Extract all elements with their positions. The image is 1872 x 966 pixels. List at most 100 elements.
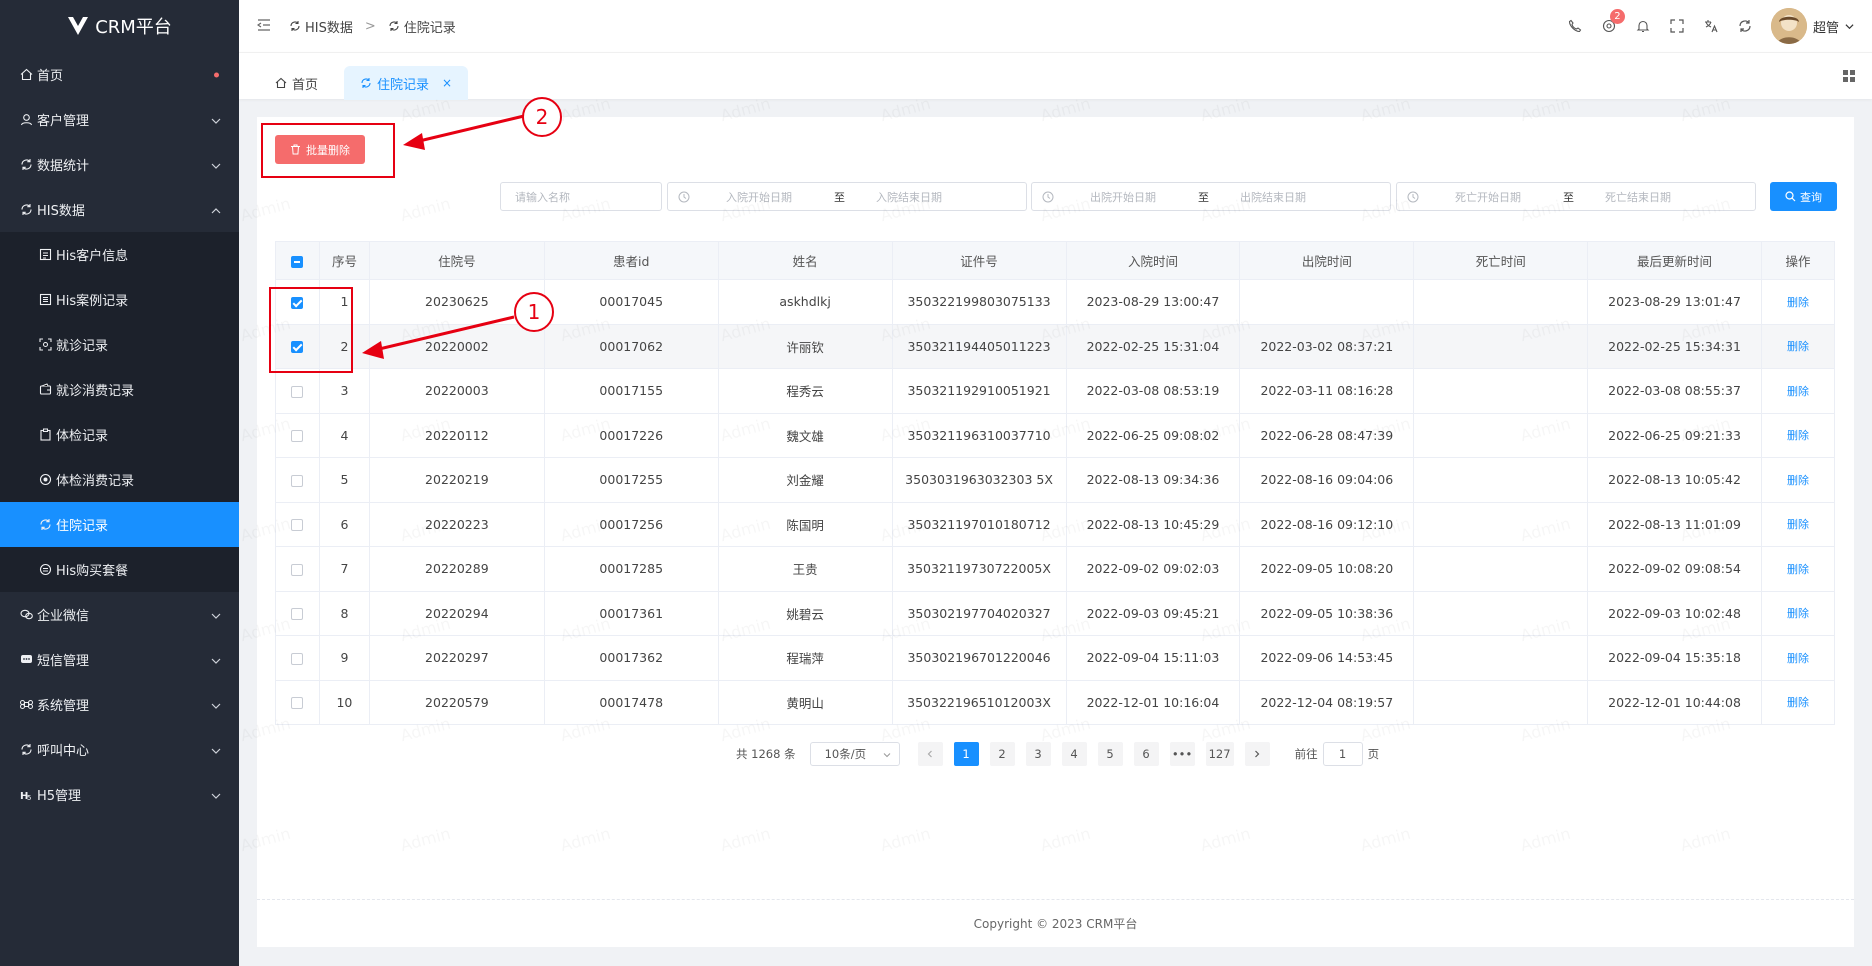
table-row[interactable]: 6 20220223 00017256 陈国明 350321197010180712 20… xyxy=(275,501,1836,547)
sidebar-item-label: 客户管理 xyxy=(37,114,90,129)
table-row[interactable]: 2 20220002 00017062 许丽钦 350321194405011223 20… xyxy=(275,323,1836,369)
table-row[interactable]: 5 20220219 00017255 刘金耀 3503031963032303 5X 2… xyxy=(275,457,1836,503)
death-date-range[interactable]: 死亡开始日期 至 死亡结束日期 xyxy=(1396,182,1756,211)
annotation-marker-2: 2 xyxy=(522,97,562,137)
row-checkbox[interactable] xyxy=(291,608,304,621)
delete-row-link[interactable]: 删除 xyxy=(1787,429,1809,442)
prev-page-button[interactable] xyxy=(917,742,943,766)
page-button[interactable]: 4 xyxy=(1061,742,1087,766)
query-button[interactable]: 查询 xyxy=(1770,182,1837,211)
table-row[interactable]: 3 20220003 00017155 程秀云 350321192910051921 20… xyxy=(275,368,1836,414)
translate-icon[interactable] xyxy=(1703,18,1719,34)
table-row[interactable]: 8 20220294 00017361 姚碧云 350302197704020327 20… xyxy=(275,590,1836,636)
tab-inpatient[interactable]: 住院记录 × xyxy=(344,66,469,100)
sidebar-item-3[interactable]: 数据统计 xyxy=(0,142,239,187)
tab-home[interactable]: 首页 xyxy=(259,66,334,100)
table-cell: 许丽钦 xyxy=(717,323,893,369)
admit-date-range[interactable]: 入院开始日期 至 入院结束日期 xyxy=(667,182,1027,211)
user-menu[interactable]: 超管 xyxy=(1770,8,1854,44)
row-select-cell[interactable] xyxy=(275,590,320,636)
table-cell: 00017478 xyxy=(543,679,719,725)
notification-dot xyxy=(214,72,219,77)
sidebar-item-15[interactable]: 系统管理 xyxy=(0,682,239,727)
delete-row-link[interactable]: 删除 xyxy=(1787,607,1809,620)
table-cell: 350302196701220046 xyxy=(891,635,1067,681)
fullscreen-icon[interactable] xyxy=(1669,18,1685,34)
delete-row-link[interactable]: 删除 xyxy=(1787,385,1809,398)
row-select-cell[interactable] xyxy=(275,679,320,725)
select-all-cell[interactable] xyxy=(275,241,320,280)
header-actions: 2 超管 xyxy=(1567,0,1854,52)
sidebar-item-2[interactable]: 客户管理 xyxy=(0,97,239,142)
delete-row-link[interactable]: 删除 xyxy=(1787,296,1809,309)
sidebar-item-label: H5管理 xyxy=(37,789,82,804)
sidebar-item-4[interactable]: HIS数据 xyxy=(0,187,239,232)
grid-icon[interactable] xyxy=(1842,69,1856,83)
page-button[interactable]: 6 xyxy=(1133,742,1159,766)
sync-icon xyxy=(19,743,33,757)
sidebar-item-5[interactable]: His客户信息 xyxy=(0,232,239,277)
row-checkbox[interactable] xyxy=(291,563,304,576)
bell-icon[interactable] xyxy=(1635,18,1651,34)
menu-fold-icon[interactable] xyxy=(256,18,273,34)
logo[interactable]: CRM平台 xyxy=(0,0,239,52)
sidebar-item-17[interactable]: H 5 H5管理 xyxy=(0,772,239,817)
table-row[interactable]: 4 20220112 00017226 魏文雄 350321196310037710 20… xyxy=(275,412,1836,458)
page-button[interactable]: 3 xyxy=(1025,742,1051,766)
more-pages-button[interactable]: ••• xyxy=(1169,742,1195,766)
select-all-checkbox[interactable] xyxy=(291,255,304,268)
delete-row-link[interactable]: 删除 xyxy=(1787,563,1809,576)
sidebar-item-14[interactable]: 短信管理 xyxy=(0,637,239,682)
row-select-cell[interactable] xyxy=(275,412,320,458)
row-select-cell[interactable] xyxy=(275,457,320,503)
sidebar-item-16[interactable]: 呼叫中心 xyxy=(0,727,239,772)
sidebar-item-8[interactable]: 就诊消费记录 xyxy=(0,367,239,412)
row-select-cell[interactable] xyxy=(275,501,320,547)
sidebar-item-6[interactable]: His案例记录 xyxy=(0,277,239,322)
inpatient-table: 序号 住院号 患者id 姓名 证件号 入院时间 出院时间 死亡时间 最后更新时间 操作 1 2023… xyxy=(275,241,1836,725)
sidebar-item-13[interactable]: 企业微信 xyxy=(0,592,239,637)
row-select-cell[interactable] xyxy=(275,368,320,414)
delete-row-link[interactable]: 删除 xyxy=(1787,696,1809,709)
delete-row-link[interactable]: 删除 xyxy=(1787,518,1809,531)
name-input[interactable]: 请输入名称 xyxy=(500,182,662,211)
message-notification-icon[interactable]: 2 xyxy=(1601,9,1625,34)
table-row[interactable]: 1 20230625 00017045 askhdlkj 350322199803075… xyxy=(275,279,1836,325)
row-checkbox[interactable] xyxy=(291,697,304,710)
row-checkbox[interactable] xyxy=(291,430,304,443)
row-checkbox[interactable] xyxy=(291,474,304,487)
next-page-button[interactable] xyxy=(1244,742,1270,766)
page-button[interactable]: 127 xyxy=(1205,742,1234,766)
sidebar-item-12[interactable]: His购买套餐 xyxy=(0,547,239,592)
table-row[interactable]: 7 20220289 00017285 王贵 35032119730722005X 202… xyxy=(275,546,1836,592)
table-row[interactable]: 9 20220297 00017362 程瑞萍 350302196701220046 20… xyxy=(275,635,1836,681)
row-checkbox[interactable] xyxy=(291,385,304,398)
sidebar-item-1[interactable]: 首页 xyxy=(0,52,239,97)
refresh-icon[interactable] xyxy=(1737,18,1753,34)
table-row[interactable]: 10 20220579 00017478 黄明山 35032219651012003X 2… xyxy=(275,679,1836,725)
page-button[interactable]: 2 xyxy=(989,742,1015,766)
page-size-select[interactable]: 10条/页 xyxy=(809,742,900,766)
row-select-cell[interactable] xyxy=(275,635,320,681)
delete-row-link[interactable]: 删除 xyxy=(1787,474,1809,487)
discharge-date-range[interactable]: 出院开始日期 至 出院结束日期 xyxy=(1031,182,1391,211)
sidebar-item-11[interactable]: 住院记录 xyxy=(0,502,239,547)
table-cell: 2022-08-16 09:12:10 xyxy=(1239,501,1415,547)
home-icon xyxy=(19,68,33,82)
sidebar-item-10[interactable]: 体检消费记录 xyxy=(0,457,239,502)
tab-close-icon[interactable]: × xyxy=(442,76,452,90)
table-cell: 2022-03-08 08:55:37 xyxy=(1587,368,1762,414)
page-button[interactable]: 1 xyxy=(953,742,979,766)
breadcrumb-his[interactable]: HIS数据 xyxy=(305,17,353,36)
delete-row-link[interactable]: 删除 xyxy=(1787,340,1809,353)
page-button[interactable]: 5 xyxy=(1097,742,1123,766)
row-checkbox[interactable] xyxy=(291,652,304,665)
goto-page-input[interactable]: 1 xyxy=(1322,742,1363,766)
sidebar-item-7[interactable]: 就诊记录 xyxy=(0,322,239,367)
annotation-marker-1: 1 xyxy=(514,292,554,332)
row-checkbox[interactable] xyxy=(291,519,304,532)
row-select-cell[interactable] xyxy=(275,546,320,592)
phone-icon[interactable] xyxy=(1567,18,1583,34)
sidebar-item-9[interactable]: 体检记录 xyxy=(0,412,239,457)
delete-row-link[interactable]: 删除 xyxy=(1787,652,1809,665)
